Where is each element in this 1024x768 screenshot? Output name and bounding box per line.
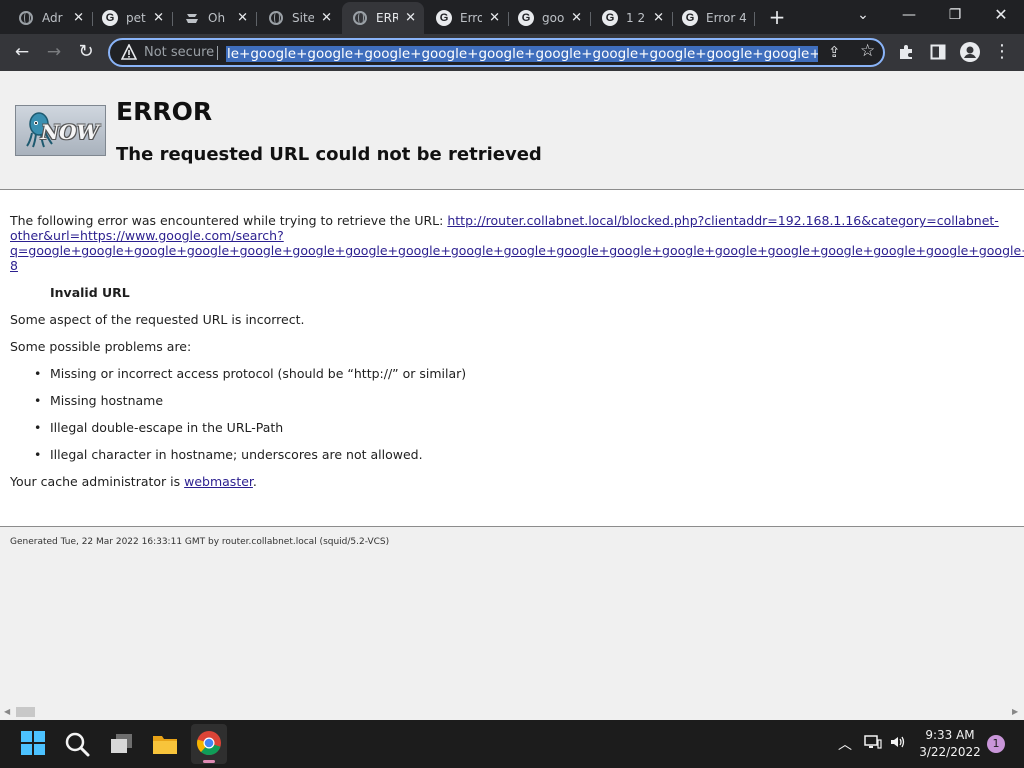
url-selection[interactable]: le+google+google+google+google+google+go… <box>226 46 818 62</box>
problem-item: Missing hostname <box>34 393 163 408</box>
logo-text: NOW <box>40 120 99 144</box>
google-icon <box>518 10 534 26</box>
problem-item: Illegal character in hostname; underscor… <box>34 447 423 462</box>
tab-search-chevron-icon[interactable]: ⌄ <box>840 0 886 30</box>
tab-3[interactable]: Oh ✕ <box>174 4 257 32</box>
intro-line: The following error was encountered whil… <box>10 213 999 228</box>
problem-item: Missing or incorrect access protocol (sh… <box>34 366 466 381</box>
close-tab-icon[interactable]: ✕ <box>153 12 164 25</box>
tab-strip: Adr ✕ pet ✕ Oh ✕ Site ✕ ERR ✕ Erro ✕ goo… <box>0 0 1024 34</box>
tab-8[interactable]: 1 2 ✕ <box>592 4 673 32</box>
error-url-link-cont[interactable]: 8 <box>10 258 18 273</box>
tab-1[interactable]: Adr ✕ <box>8 4 93 32</box>
forward-button[interactable]: → <box>41 39 67 65</box>
start-icon[interactable] <box>20 730 48 758</box>
google-icon <box>436 10 452 26</box>
tab-title: pet <box>126 11 146 25</box>
error-url-link[interactable]: http://router.collabnet.local/blocked.ph… <box>447 213 998 228</box>
back-button[interactable]: ← <box>9 39 35 65</box>
tab-4[interactable]: Site ✕ <box>258 4 340 32</box>
close-tab-icon[interactable]: ✕ <box>405 12 416 25</box>
scroll-left-icon[interactable]: ◀ <box>4 707 10 716</box>
footer-divider <box>0 526 1024 527</box>
horizontal-scrollbar[interactable]: ◀ ▶ <box>0 704 1024 720</box>
search-icon[interactable] <box>63 730 91 758</box>
tab-title: goo <box>542 11 564 25</box>
tab-title: Site <box>292 11 314 25</box>
close-tab-icon[interactable]: ✕ <box>571 12 582 25</box>
tab-2[interactable]: pet ✕ <box>92 4 173 32</box>
omnibox-divider <box>217 46 218 60</box>
browser-toolbar: ← → ↻ Not secure le+google+google+google… <box>0 34 1024 71</box>
new-tab-button[interactable]: + <box>766 6 788 28</box>
taskbar: ︿ 9:33 AM 3/22/2022 1 <box>0 720 1024 768</box>
clock-date[interactable]: 3/22/2022 <box>915 745 985 759</box>
tab-title: Erro <box>460 11 482 25</box>
close-tab-icon[interactable]: ✕ <box>73 12 84 25</box>
extensions-puzzle-icon[interactable] <box>893 39 919 65</box>
volume-icon[interactable] <box>889 734 907 754</box>
google-icon <box>102 10 118 26</box>
tab-9[interactable]: Error 41 <box>672 4 755 32</box>
address-bar[interactable]: Not secure le+google+google+google+googl… <box>108 38 885 67</box>
footer-generated: Generated Tue, 22 Mar 2022 16:33:11 GMT … <box>10 537 390 547</box>
scroll-right-icon[interactable]: ▶ <box>1012 707 1018 716</box>
show-hidden-icons-chevron-icon[interactable]: ︿ <box>838 734 852 754</box>
notification-badge[interactable]: 1 <box>987 735 1005 753</box>
problems-heading: Some possible problems are: <box>10 339 192 354</box>
error-heading: ERROR <box>116 97 213 126</box>
not-secure-label[interactable]: Not secure <box>144 45 214 60</box>
tab-title: 1 2 <box>626 11 646 25</box>
tab-title: ERR <box>376 11 398 25</box>
admin-suffix: . <box>252 474 257 489</box>
chrome-icon[interactable] <box>196 730 224 758</box>
webmaster-link[interactable]: webmaster <box>184 474 253 489</box>
url-text[interactable]: le+google+google+google+google+google+go… <box>226 43 818 62</box>
intro-text: The following error was encountered whil… <box>10 213 444 228</box>
tab-7[interactable]: goo ✕ <box>508 4 591 32</box>
tab-title: Oh <box>208 11 226 25</box>
error-description: Some aspect of the requested URL is inco… <box>10 312 305 327</box>
menu-kebab-icon[interactable]: ⋮ <box>989 39 1015 65</box>
stack-icon <box>184 10 200 26</box>
reload-button[interactable]: ↻ <box>73 39 99 65</box>
network-icon[interactable] <box>864 734 882 754</box>
task-view-icon[interactable] <box>108 730 136 758</box>
page-content: NOW ERROR The requested URL could not be… <box>0 71 1024 720</box>
problem-item: Illegal double-escape in the URL-Path <box>34 420 283 435</box>
tab-5-active[interactable]: ERR ✕ <box>342 2 424 34</box>
globe-icon <box>352 10 368 26</box>
error-url-link-cont[interactable]: other&url=https://www.google.com/search? <box>10 228 284 243</box>
close-tab-icon[interactable]: ✕ <box>237 12 248 25</box>
tab-title: Adr <box>42 11 63 25</box>
clock-time[interactable]: 9:33 AM <box>920 728 980 742</box>
google-icon <box>602 10 618 26</box>
close-tab-icon[interactable]: ✕ <box>321 12 332 25</box>
tab-title: Error 41 <box>706 11 748 25</box>
share-icon[interactable]: ⇪ <box>828 43 841 61</box>
globe-icon <box>268 10 284 26</box>
scrollbar-thumb[interactable] <box>16 707 35 717</box>
minimize-button[interactable]: — <box>886 0 932 30</box>
file-explorer-icon[interactable] <box>151 730 179 758</box>
profile-avatar-icon[interactable] <box>957 39 983 65</box>
error-subheading: The requested URL could not be retrieved <box>116 144 542 165</box>
google-icon <box>682 10 698 26</box>
side-panel-icon[interactable] <box>925 39 951 65</box>
restore-button[interactable]: ❐ <box>932 0 978 30</box>
admin-line: Your cache administrator is webmaster. <box>10 474 257 489</box>
admin-prefix: Your cache administrator is <box>10 474 185 489</box>
globe-icon <box>18 10 34 26</box>
error-url-link-cont[interactable]: q=google+google+google+google+google+goo… <box>10 243 1024 258</box>
squid-logo: NOW <box>15 105 106 156</box>
close-window-button[interactable]: ✕ <box>978 0 1024 30</box>
tab-6[interactable]: Erro ✕ <box>426 4 509 32</box>
close-tab-icon[interactable]: ✕ <box>489 12 500 25</box>
close-tab-icon[interactable]: ✕ <box>653 12 664 25</box>
bookmark-star-icon[interactable]: ☆ <box>860 41 875 61</box>
warning-icon[interactable] <box>120 43 138 61</box>
error-type: Invalid URL <box>50 285 130 300</box>
